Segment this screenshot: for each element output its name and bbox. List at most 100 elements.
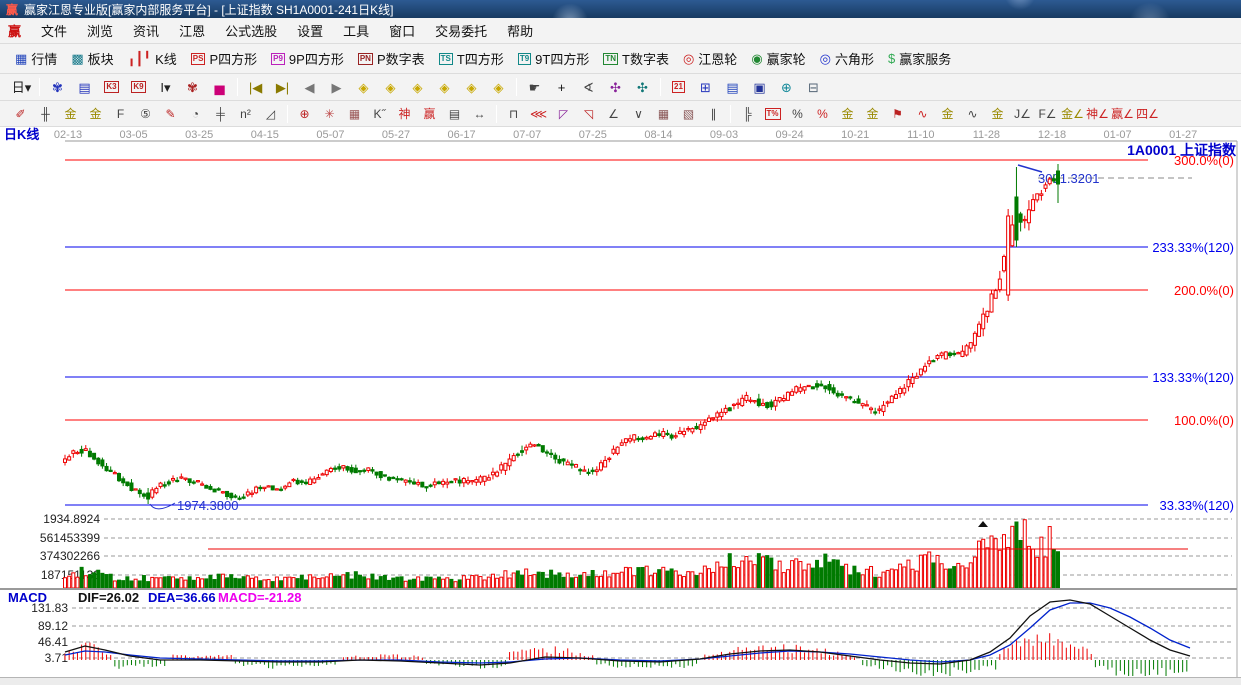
tool-purple-button[interactable]: ✣ bbox=[602, 76, 629, 98]
gann-wheel-button[interactable]: ◎ 江恩轮 bbox=[676, 47, 744, 71]
nav-prev-button[interactable]: ◀ bbox=[296, 76, 323, 98]
f-angle-button[interactable]: F∠ bbox=[1035, 104, 1060, 124]
expand-all-button[interactable]: ◈ bbox=[458, 76, 485, 98]
gold-scale-2-button[interactable]: 金 bbox=[83, 104, 108, 124]
fan-box-red-button[interactable]: ◹ bbox=[576, 104, 601, 124]
p9-square-button[interactable]: P9 9P四方形 bbox=[264, 47, 351, 71]
winner-service-button[interactable]: $ 赢家服务 bbox=[881, 47, 958, 71]
pattern-red-button[interactable]: ✾ bbox=[179, 76, 206, 98]
wave-box-button[interactable]: ∿ bbox=[960, 104, 985, 124]
t9-square-button[interactable]: T9 9T四方形 bbox=[511, 47, 597, 71]
ruler-scale-button[interactable]: ╪ bbox=[208, 104, 233, 124]
gold-angle-button[interactable]: 金∠ bbox=[1060, 104, 1085, 124]
gold-under-button[interactable]: 金 bbox=[985, 104, 1010, 124]
sectors-button[interactable]: ▩ 板块 bbox=[64, 47, 120, 71]
gold-circle-button[interactable]: 金 bbox=[835, 104, 860, 124]
calendar-21-button[interactable]: 21 bbox=[665, 76, 692, 98]
menu-formula-stock-pick[interactable]: 公式选股 bbox=[215, 18, 287, 43]
period-day-button[interactable]: 日▾ bbox=[8, 76, 35, 98]
gann-brush-button[interactable]: ✐ bbox=[8, 104, 33, 124]
nav-first-button[interactable]: |◀ bbox=[242, 76, 269, 98]
nav-next-button[interactable]: ▶ bbox=[323, 76, 350, 98]
menu-gann[interactable]: 江恩 bbox=[169, 18, 215, 43]
p-square-button[interactable]: PS P四方形 bbox=[184, 47, 264, 71]
j-angle-button[interactable]: J∠ bbox=[1010, 104, 1035, 124]
info-doc-button[interactable]: ▤ bbox=[71, 76, 98, 98]
gann-pencil-button[interactable]: ✎ bbox=[158, 104, 183, 124]
gann-target-button[interactable]: ⊕ bbox=[292, 104, 317, 124]
menu-browse[interactable]: 浏览 bbox=[77, 18, 123, 43]
t-square-button[interactable]: TS T四方形 bbox=[432, 47, 511, 71]
period-label: 日K线 bbox=[4, 127, 39, 142]
fit-screen-button[interactable]: ◈ bbox=[485, 76, 512, 98]
kline-chart[interactable]: 日K线1A0001 上证指数02-13 03-05 03-25 04-15 05-07 0… bbox=[0, 127, 1241, 677]
gold-scale-1-button[interactable]: 金 bbox=[58, 104, 83, 124]
menu-file[interactable]: 文件 bbox=[31, 18, 77, 43]
grid-arrow-button[interactable]: ▧ bbox=[676, 104, 701, 124]
menu-news[interactable]: 资讯 bbox=[123, 18, 169, 43]
shen-tool-button[interactable]: 神 bbox=[392, 104, 417, 124]
ying-angle-button[interactable]: 赢∠ bbox=[1110, 104, 1135, 124]
expand-horizontal-button[interactable]: ◈ bbox=[404, 76, 431, 98]
volume-colors-button[interactable]: ▅ bbox=[206, 76, 233, 98]
shift-left-button[interactable]: ◈ bbox=[350, 76, 377, 98]
gann-star-button[interactable]: ✳ bbox=[317, 104, 342, 124]
menu-settings[interactable]: 设置 bbox=[287, 18, 333, 43]
measure-angle-button[interactable]: ∢ bbox=[575, 76, 602, 98]
shift-right-button[interactable]: ◈ bbox=[377, 76, 404, 98]
menu-window[interactable]: 窗口 bbox=[379, 18, 425, 43]
percent-button[interactable]: % bbox=[785, 104, 810, 124]
percent-line-button[interactable]: % bbox=[810, 104, 835, 124]
memo-button[interactable]: ▤ bbox=[719, 76, 746, 98]
t-percent-button[interactable]: T% bbox=[760, 104, 785, 124]
calculator-button[interactable]: ⊞ bbox=[692, 76, 719, 98]
kline-button[interactable]: ╻┃╹ K线 bbox=[121, 47, 184, 71]
save-button[interactable]: ▣ bbox=[746, 76, 773, 98]
v-lines-button[interactable]: ∨ bbox=[626, 104, 651, 124]
angle-ruler-button[interactable]: ◿ bbox=[258, 104, 283, 124]
gann-box-button[interactable]: ▦ bbox=[342, 104, 367, 124]
hand-tool-button[interactable]: ☛ bbox=[521, 76, 548, 98]
grid-dense-button[interactable]: ▦ bbox=[651, 104, 676, 124]
flag-pen-button[interactable]: ⚑ bbox=[885, 104, 910, 124]
world-clock-button[interactable]: ⊕ bbox=[773, 76, 800, 98]
candle-style-button[interactable]: I▾ bbox=[152, 76, 179, 98]
parallel-lines-button[interactable]: ∥ bbox=[701, 104, 726, 124]
gold-line-button[interactable]: 金 bbox=[860, 104, 885, 124]
spiral-tool-button[interactable]: ⑤ bbox=[133, 104, 158, 124]
si-angle-button[interactable]: 四∠ bbox=[1135, 104, 1160, 124]
hexagon-button[interactable]: ◎ 六角形 bbox=[813, 47, 881, 71]
printer-button[interactable]: ⊟ bbox=[800, 76, 827, 98]
k-note-button[interactable]: K˝ bbox=[367, 104, 392, 124]
gann-frame-button[interactable]: ⊓ bbox=[501, 104, 526, 124]
span-arrows-button[interactable]: ↔ bbox=[467, 104, 492, 124]
quotes-button[interactable]: ▦ 行情 bbox=[8, 47, 64, 71]
f-scale-button[interactable]: F bbox=[108, 104, 133, 124]
fan-red-button[interactable]: ⋘ bbox=[526, 104, 551, 124]
compress-horizontal-button[interactable]: ◈ bbox=[431, 76, 458, 98]
gold-line-2-button[interactable]: 金 bbox=[935, 104, 960, 124]
shen-angle-button[interactable]: 神∠ bbox=[1085, 104, 1110, 124]
nav-last-button[interactable]: ▶| bbox=[269, 76, 296, 98]
fan-box-purple-button[interactable]: ◸ bbox=[551, 104, 576, 124]
wave-tool-button[interactable]: ∿ bbox=[910, 104, 935, 124]
kline-3-button[interactable]: K3 bbox=[98, 76, 125, 98]
ying-tool-button[interactable]: 赢 bbox=[417, 104, 442, 124]
menu-help[interactable]: 帮助 bbox=[497, 18, 543, 43]
t-number-table-button[interactable]: TN T数字表 bbox=[596, 47, 676, 71]
angle-lines-button[interactable]: ∠ bbox=[601, 104, 626, 124]
pattern-blue-button[interactable]: ✾ bbox=[44, 76, 71, 98]
menu-tools[interactable]: 工具 bbox=[333, 18, 379, 43]
crosshair-button[interactable]: + bbox=[548, 76, 575, 98]
time-cycle-button[interactable]: ◔ bbox=[183, 104, 208, 124]
n-square-button[interactable]: n² bbox=[233, 104, 258, 124]
p-number-table-button[interactable]: PN P数字表 bbox=[351, 47, 432, 71]
price-ladder-button[interactable]: ╠ bbox=[735, 104, 760, 124]
kline-9-button[interactable]: K9 bbox=[125, 76, 152, 98]
gann-scale-button[interactable]: ╫ bbox=[33, 104, 58, 124]
menu-trade-entrust[interactable]: 交易委托 bbox=[425, 18, 497, 43]
tool-teal-button[interactable]: ✣ bbox=[629, 76, 656, 98]
winner-wheel-button[interactable]: ◉ 赢家轮 bbox=[744, 47, 812, 71]
number-grid-button[interactable]: ▤ bbox=[442, 104, 467, 124]
menu-bar: 赢 文件 浏览 资讯 江恩 公式选股 设置 工具 窗口 交易委托 帮助 bbox=[0, 18, 1241, 44]
